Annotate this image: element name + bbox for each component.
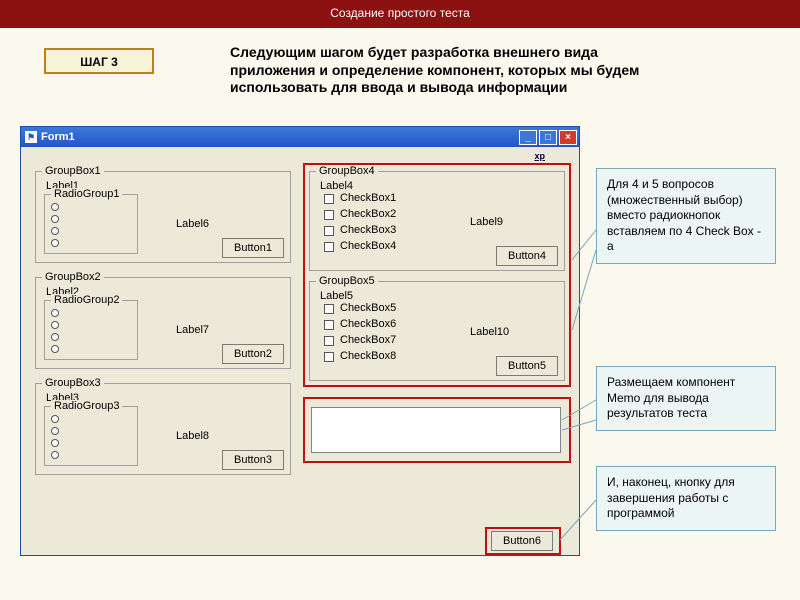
radio-option[interactable] [51,427,59,435]
checkbox2-label: CheckBox2 [340,208,396,220]
groupbox3: GroupBox3 Label3 RadioGroup3 Label8 Butt… [35,383,291,475]
step-badge: ШАГ 3 [44,48,154,74]
checkbox7-label: CheckBox7 [340,334,396,346]
radio-option[interactable] [51,321,59,329]
checkbox1[interactable] [324,194,334,204]
label5: Label5 [320,290,353,302]
radio-option[interactable] [51,333,59,341]
checkbox4[interactable] [324,242,334,252]
radio-option[interactable] [51,215,59,223]
button5[interactable]: Button5 [496,356,558,376]
groupbox4: GroupBox4 Label4 CheckBox1 CheckBox2 Che… [309,171,565,271]
button6[interactable]: Button6 [491,531,553,551]
memo[interactable] [311,407,561,453]
groupbox2: GroupBox2 Label2 RadioGroup2 Label7 Butt… [35,277,291,369]
radio-option[interactable] [51,345,59,353]
radio-option[interactable] [51,451,59,459]
checkbox2[interactable] [324,210,334,220]
checkbox7[interactable] [324,336,334,346]
button1[interactable]: Button1 [222,238,284,258]
radiogroup3-title: RadioGroup3 [51,400,122,412]
button2[interactable]: Button2 [222,344,284,364]
groupbox1-title: GroupBox1 [42,165,104,177]
groupbox4-title: GroupBox4 [316,165,378,177]
groupbox3-title: GroupBox3 [42,377,104,389]
checkbox3-label: CheckBox3 [340,224,396,236]
checkbox6-label: CheckBox6 [340,318,396,330]
label4: Label4 [320,180,353,192]
window-title: Form1 [41,131,75,143]
callout-button: И, наконец, кнопку для завершения работы… [596,466,776,531]
maximize-button[interactable]: □ [539,130,557,145]
xp-manifest-icon: xp [534,151,545,161]
titlebar: ⚑ Form1 _ □ × [21,127,579,147]
intro-text: Следующим шагом будет разработка внешнег… [230,44,650,97]
radiogroup1-title: RadioGroup1 [51,188,122,200]
groupbox5: GroupBox5 Label5 CheckBox5 CheckBox6 Che… [309,281,565,381]
label7: Label7 [176,324,209,336]
label10: Label10 [470,326,509,338]
button4[interactable]: Button4 [496,246,558,266]
callout-checks: Для 4 и 5 вопросов (множественный выбор)… [596,168,776,264]
callout-memo: Размещаем компонент Memo для вывода резу… [596,366,776,431]
checkbox5-label: CheckBox5 [340,302,396,314]
form-window: ⚑ Form1 _ □ × xp GroupBox1 Label1 RadioG… [20,126,580,556]
label9: Label9 [470,216,503,228]
radiogroup2-title: RadioGroup2 [51,294,122,306]
label6: Label6 [176,218,209,230]
radiogroup2[interactable]: RadioGroup2 [44,300,138,360]
label8: Label8 [176,430,209,442]
radiogroup1[interactable]: RadioGroup1 [44,194,138,254]
checkbox3[interactable] [324,226,334,236]
form-area: xp GroupBox1 Label1 RadioGroup1 Label6 B… [21,147,579,555]
banner: Создание простого теста [0,0,800,28]
groupbox5-title: GroupBox5 [316,275,378,287]
minimize-button[interactable]: _ [519,130,537,145]
checkbox1-label: CheckBox1 [340,192,396,204]
groupbox1: GroupBox1 Label1 RadioGroup1 Label6 Butt… [35,171,291,263]
radio-option[interactable] [51,227,59,235]
button3[interactable]: Button3 [222,450,284,470]
checkbox5[interactable] [324,304,334,314]
checkbox6[interactable] [324,320,334,330]
checkbox4-label: CheckBox4 [340,240,396,252]
radio-option[interactable] [51,415,59,423]
radio-option[interactable] [51,203,59,211]
checkbox8[interactable] [324,352,334,362]
close-button[interactable]: × [559,130,577,145]
radiogroup3[interactable]: RadioGroup3 [44,406,138,466]
app-icon: ⚑ [25,131,37,143]
radio-option[interactable] [51,439,59,447]
radio-option[interactable] [51,309,59,317]
groupbox2-title: GroupBox2 [42,271,104,283]
radio-option[interactable] [51,239,59,247]
checkbox8-label: CheckBox8 [340,350,396,362]
